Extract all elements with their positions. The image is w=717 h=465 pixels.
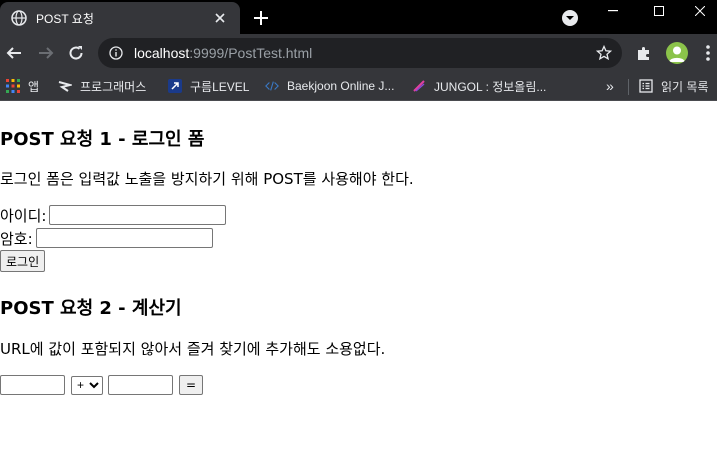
- id-input[interactable]: [49, 205, 227, 225]
- browser-toolbar: localhost:9999/PostTest.html: [0, 34, 717, 72]
- id-label: 아이디:: [0, 206, 47, 225]
- maximize-icon[interactable]: [636, 0, 682, 22]
- globe-icon: [11, 10, 27, 26]
- bookmark-label: JUNGOL : 정보올림...: [434, 79, 547, 94]
- tab-search-icon[interactable]: [560, 8, 580, 28]
- bookmark-label: 앱: [28, 79, 40, 94]
- bookmark-label: 구름LEVEL: [190, 79, 250, 94]
- login-button[interactable]: 로그인: [0, 250, 46, 272]
- password-label: 암호:: [0, 229, 33, 248]
- login-row: 로그인: [0, 250, 46, 272]
- bookmark-baekjoon[interactable]: Baekjoon Online J...: [265, 76, 394, 96]
- id-row: 아이디:: [0, 205, 227, 225]
- minimize-icon[interactable]: [590, 0, 636, 22]
- bookmark-goorm[interactable]: 구름LEVEL: [168, 76, 249, 96]
- section1-heading: POST 요청 1 - 로그인 폼: [0, 129, 205, 150]
- bookmark-label: Baekjoon Online J...: [287, 79, 395, 93]
- operand1-input[interactable]: [0, 375, 65, 395]
- apps-grid-icon: [6, 79, 20, 93]
- bookmark-star-icon[interactable]: [594, 43, 614, 63]
- password-input[interactable]: [35, 228, 213, 248]
- bookmarks-overflow[interactable]: »: [606, 76, 614, 96]
- programmers-icon: [58, 79, 72, 93]
- password-row: 암호:: [0, 228, 213, 248]
- bookmark-programmers[interactable]: 프로그래머스: [58, 76, 146, 96]
- section2-heading: POST 요청 2 - 계산기: [0, 298, 182, 319]
- baekjoon-icon: [265, 79, 279, 93]
- bookmarks-bar: 앱 프로그래머스 구름LEVEL Baekjoon Online J... JU…: [0, 72, 717, 101]
- profile-avatar[interactable]: [666, 42, 688, 64]
- reading-list-icon: [639, 79, 653, 93]
- extensions-puzzle-icon[interactable]: [634, 43, 654, 63]
- equals-button[interactable]: =: [179, 375, 203, 395]
- bookmark-reading-list[interactable]: 읽기 목록: [639, 76, 709, 96]
- new-tab-plus-icon[interactable]: [250, 7, 272, 29]
- close-window-icon[interactable]: [682, 0, 717, 22]
- url-text: localhost:9999/PostTest.html: [134, 45, 594, 61]
- page-content: POST 요청 1 - 로그인 폼 로그인 폼은 입력값 노출을 방지하기 위해…: [0, 101, 717, 465]
- bookmark-apps[interactable]: 앱: [6, 76, 39, 96]
- url-path: :9999/PostTest.html: [189, 45, 313, 61]
- forward-arrow-icon[interactable]: [36, 43, 56, 63]
- section1-description: 로그인 폼은 입력값 노출을 방지하기 위해 POST를 사용해야 한다.: [0, 170, 414, 188]
- chevron-double-right-icon: »: [606, 78, 614, 94]
- info-icon[interactable]: [108, 45, 124, 61]
- address-bar[interactable]: localhost:9999/PostTest.html: [98, 38, 622, 68]
- bookmark-label: 프로그래머스: [80, 79, 147, 94]
- url-host: localhost: [134, 45, 190, 61]
- back-arrow-icon[interactable]: [4, 43, 24, 63]
- close-tab-icon[interactable]: [210, 8, 230, 28]
- calculator-row: + =: [0, 375, 203, 395]
- bookmark-label: 읽기 목록: [661, 79, 709, 94]
- operand2-input[interactable]: [108, 375, 173, 395]
- goorm-icon: [168, 79, 182, 93]
- reload-icon[interactable]: [66, 43, 86, 63]
- section2-description: URL에 값이 포함되지 않아서 즐겨 찾기에 추가해도 소용없다.: [0, 340, 386, 358]
- operator-select[interactable]: +: [71, 375, 103, 395]
- tab-strip: POST 요청: [0, 0, 717, 34]
- browser-tab[interactable]: POST 요청: [0, 2, 240, 34]
- jungol-icon: [412, 79, 426, 93]
- tab-title: POST 요청: [36, 11, 94, 26]
- menu-kebab-icon[interactable]: [698, 43, 717, 63]
- bookmark-jungol[interactable]: JUNGOL : 정보올림...: [412, 76, 546, 96]
- bookmark-separator: [628, 79, 629, 95]
